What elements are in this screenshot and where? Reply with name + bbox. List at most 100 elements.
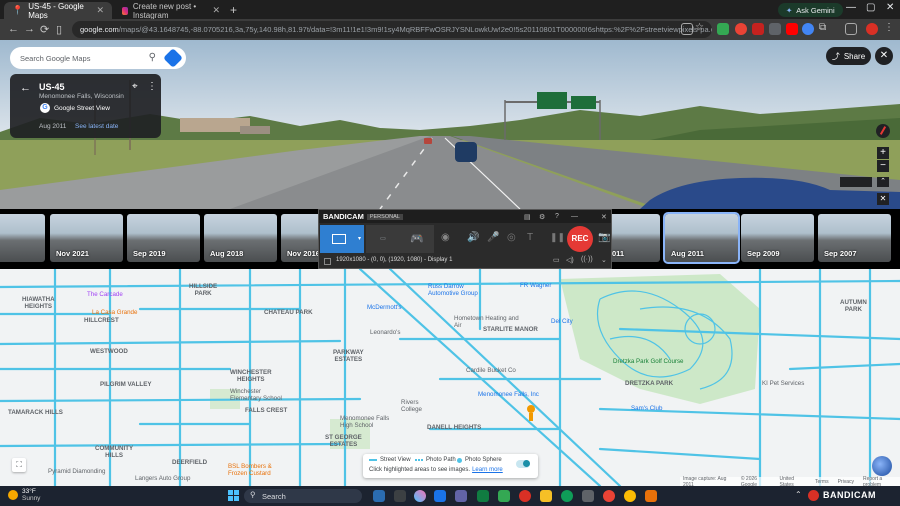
- hdmi-mode-button[interactable]: ▭: [366, 225, 400, 253]
- place-label[interactable]: Hometown Heating and Air: [454, 315, 524, 329]
- taskbar-app-v-icon[interactable]: [373, 490, 385, 502]
- taskbar-app-orange-icon[interactable]: [645, 490, 657, 502]
- help-icon[interactable]: ?: [555, 213, 559, 220]
- terms-link[interactable]: Terms: [815, 479, 829, 485]
- timeline-thumb-selected[interactable]: Aug 2011: [663, 212, 740, 264]
- broadcast-icon[interactable]: ((·)): [581, 256, 593, 263]
- place-label[interactable]: Russ Darrow Automotive Group: [428, 283, 478, 297]
- place-label[interactable]: The Carcade: [87, 291, 123, 298]
- cursor-icon[interactable]: ◎: [507, 232, 516, 243]
- forward-icon[interactable]: →: [24, 23, 35, 35]
- taskbar-app-folder-icon[interactable]: [540, 490, 552, 502]
- search-maps-box[interactable]: Search Google Maps ⚲: [10, 47, 186, 69]
- start-windows-icon[interactable]: [228, 490, 239, 501]
- menu-kebab-icon[interactable]: ⋮: [884, 22, 896, 34]
- place-label[interactable]: Menomonee Falls High School: [340, 415, 389, 429]
- text-overlay-icon[interactable]: T: [527, 232, 533, 243]
- taskbar-app-record-icon[interactable]: [519, 490, 531, 502]
- taskbar-app-gray-icon[interactable]: [582, 490, 594, 502]
- card-menu-icon[interactable]: ⋮: [147, 81, 157, 92]
- tray-record-icon[interactable]: [808, 490, 819, 501]
- side-panel-icon[interactable]: [845, 23, 857, 35]
- extension-red-icon[interactable]: [752, 23, 764, 35]
- directions-icon[interactable]: [163, 48, 183, 68]
- folder-icon[interactable]: ▤: [524, 213, 531, 221]
- learn-more-link[interactable]: Learn more: [472, 467, 503, 473]
- taskbar-app-edge-icon[interactable]: [561, 490, 573, 502]
- place-label[interactable]: Leonardo's: [370, 329, 400, 336]
- microphone-icon[interactable]: 🎤: [487, 232, 499, 243]
- mode-dropdown-icon[interactable]: ▾: [358, 225, 364, 253]
- tray-bandicam-label[interactable]: BANDICAM: [823, 490, 876, 500]
- taskbar-search-box[interactable]: ⚲ Search: [244, 489, 362, 503]
- place-label[interactable]: Winchester Elementary School: [230, 388, 282, 402]
- taskbar-app-chrome-icon[interactable]: [603, 490, 615, 502]
- attribution-country[interactable]: United States: [780, 476, 806, 487]
- ask-gemini-button[interactable]: ✦ Ask Gemini: [778, 3, 843, 17]
- bc-close-icon[interactable]: ✕: [601, 213, 607, 221]
- taskbar-app-files-icon[interactable]: [394, 490, 406, 502]
- screen-mode-button[interactable]: [320, 225, 358, 253]
- game-mode-icon[interactable]: 🎮: [400, 225, 434, 253]
- place-label[interactable]: KI Pet Services: [762, 380, 804, 387]
- taskbar-app-blue-icon[interactable]: [434, 490, 446, 502]
- timeline-thumb[interactable]: Nov 2021: [50, 214, 123, 262]
- place-pin-icon[interactable]: ⌖: [132, 81, 138, 92]
- sidebar-icon[interactable]: ▯: [56, 23, 62, 36]
- timeline-thumb[interactable]: Sep 2019: [127, 214, 200, 262]
- extension-blue-icon[interactable]: [802, 23, 814, 35]
- address-bar[interactable]: google.com/maps/@43.1648745,-88.0705216,…: [72, 21, 712, 38]
- region-checkbox[interactable]: [324, 258, 331, 265]
- back-icon[interactable]: ←: [8, 23, 19, 35]
- tray-overflow-icon[interactable]: ⌃: [795, 490, 802, 499]
- fullscreen-icon[interactable]: ⛶: [12, 458, 26, 472]
- privacy-link[interactable]: Privacy: [838, 479, 854, 485]
- tab-google-maps[interactable]: 📍 US-45 - Google Maps ✕: [4, 2, 112, 20]
- place-label[interactable]: FR Wagner: [520, 282, 551, 289]
- close-street-view-button[interactable]: ✕: [875, 47, 893, 65]
- taskbar-app-chrome2-icon[interactable]: [624, 490, 636, 502]
- close-timeline-icon[interactable]: ✕: [877, 193, 889, 205]
- taskbar-app-teams-icon[interactable]: [455, 490, 467, 502]
- coverage-toggle[interactable]: [516, 460, 530, 468]
- pause-icon[interactable]: ❚❚: [550, 232, 565, 243]
- reload-icon[interactable]: ⟳: [40, 23, 49, 36]
- tab-instagram[interactable]: Create new post • Instagram ✕: [114, 2, 228, 20]
- see-latest-link[interactable]: See latest date: [75, 123, 118, 130]
- video-icon[interactable]: ▭: [553, 256, 560, 264]
- compass-icon[interactable]: [876, 124, 890, 138]
- extension-chrome-icon[interactable]: [735, 23, 747, 35]
- weather-widget[interactable]: 33°F Sunny: [8, 488, 40, 502]
- place-label[interactable]: Del City: [551, 318, 573, 325]
- close-tab-icon[interactable]: ✕: [96, 5, 104, 16]
- new-tab-button[interactable]: +: [230, 3, 237, 17]
- taskbar-app-green-icon[interactable]: [498, 490, 510, 502]
- place-label[interactable]: Rivers College: [401, 399, 422, 413]
- collapse-chevron-icon[interactable]: ⌄: [601, 256, 607, 264]
- search-icon[interactable]: ⚲: [149, 52, 156, 63]
- extensions-puzzle-icon[interactable]: ⧉: [819, 22, 831, 34]
- close-window-icon[interactable]: ✕: [886, 2, 894, 13]
- layer-thumbnails[interactable]: [840, 177, 872, 187]
- expand-chevron-icon[interactable]: ⌃: [877, 177, 889, 187]
- street-view-panorama[interactable]: Search Google Maps ⚲ ← US-45 Menomonee F…: [0, 40, 900, 209]
- maximize-icon[interactable]: ▢: [866, 2, 875, 13]
- close-tab-icon[interactable]: ✕: [212, 5, 220, 16]
- globe-view-icon[interactable]: [872, 456, 892, 476]
- record-button[interactable]: REC: [567, 226, 593, 252]
- place-label[interactable]: Langers Auto Group: [135, 475, 190, 482]
- zoom-in-button[interactable]: +: [877, 147, 889, 159]
- extension-gray-icon[interactable]: [769, 23, 781, 35]
- taskbar-app-copilot-icon[interactable]: [414, 490, 426, 502]
- place-label[interactable]: Pyramid Diamonding: [48, 468, 105, 475]
- settings-gear-icon[interactable]: ⚙: [539, 213, 545, 221]
- taskbar-app-excel-icon[interactable]: [477, 490, 489, 502]
- timeline-thumb[interactable]: Sep 2007: [818, 214, 891, 262]
- extension-youtube-icon[interactable]: [786, 23, 798, 35]
- webcam-icon[interactable]: ◉: [441, 232, 450, 243]
- audio-icon[interactable]: ◁): [566, 256, 574, 264]
- place-label[interactable]: Dretzka Park Golf Course: [613, 358, 684, 365]
- cast-icon[interactable]: [681, 23, 693, 35]
- place-label[interactable]: Sam's Club: [631, 405, 662, 412]
- bookmark-star-icon[interactable]: ☆: [695, 22, 707, 34]
